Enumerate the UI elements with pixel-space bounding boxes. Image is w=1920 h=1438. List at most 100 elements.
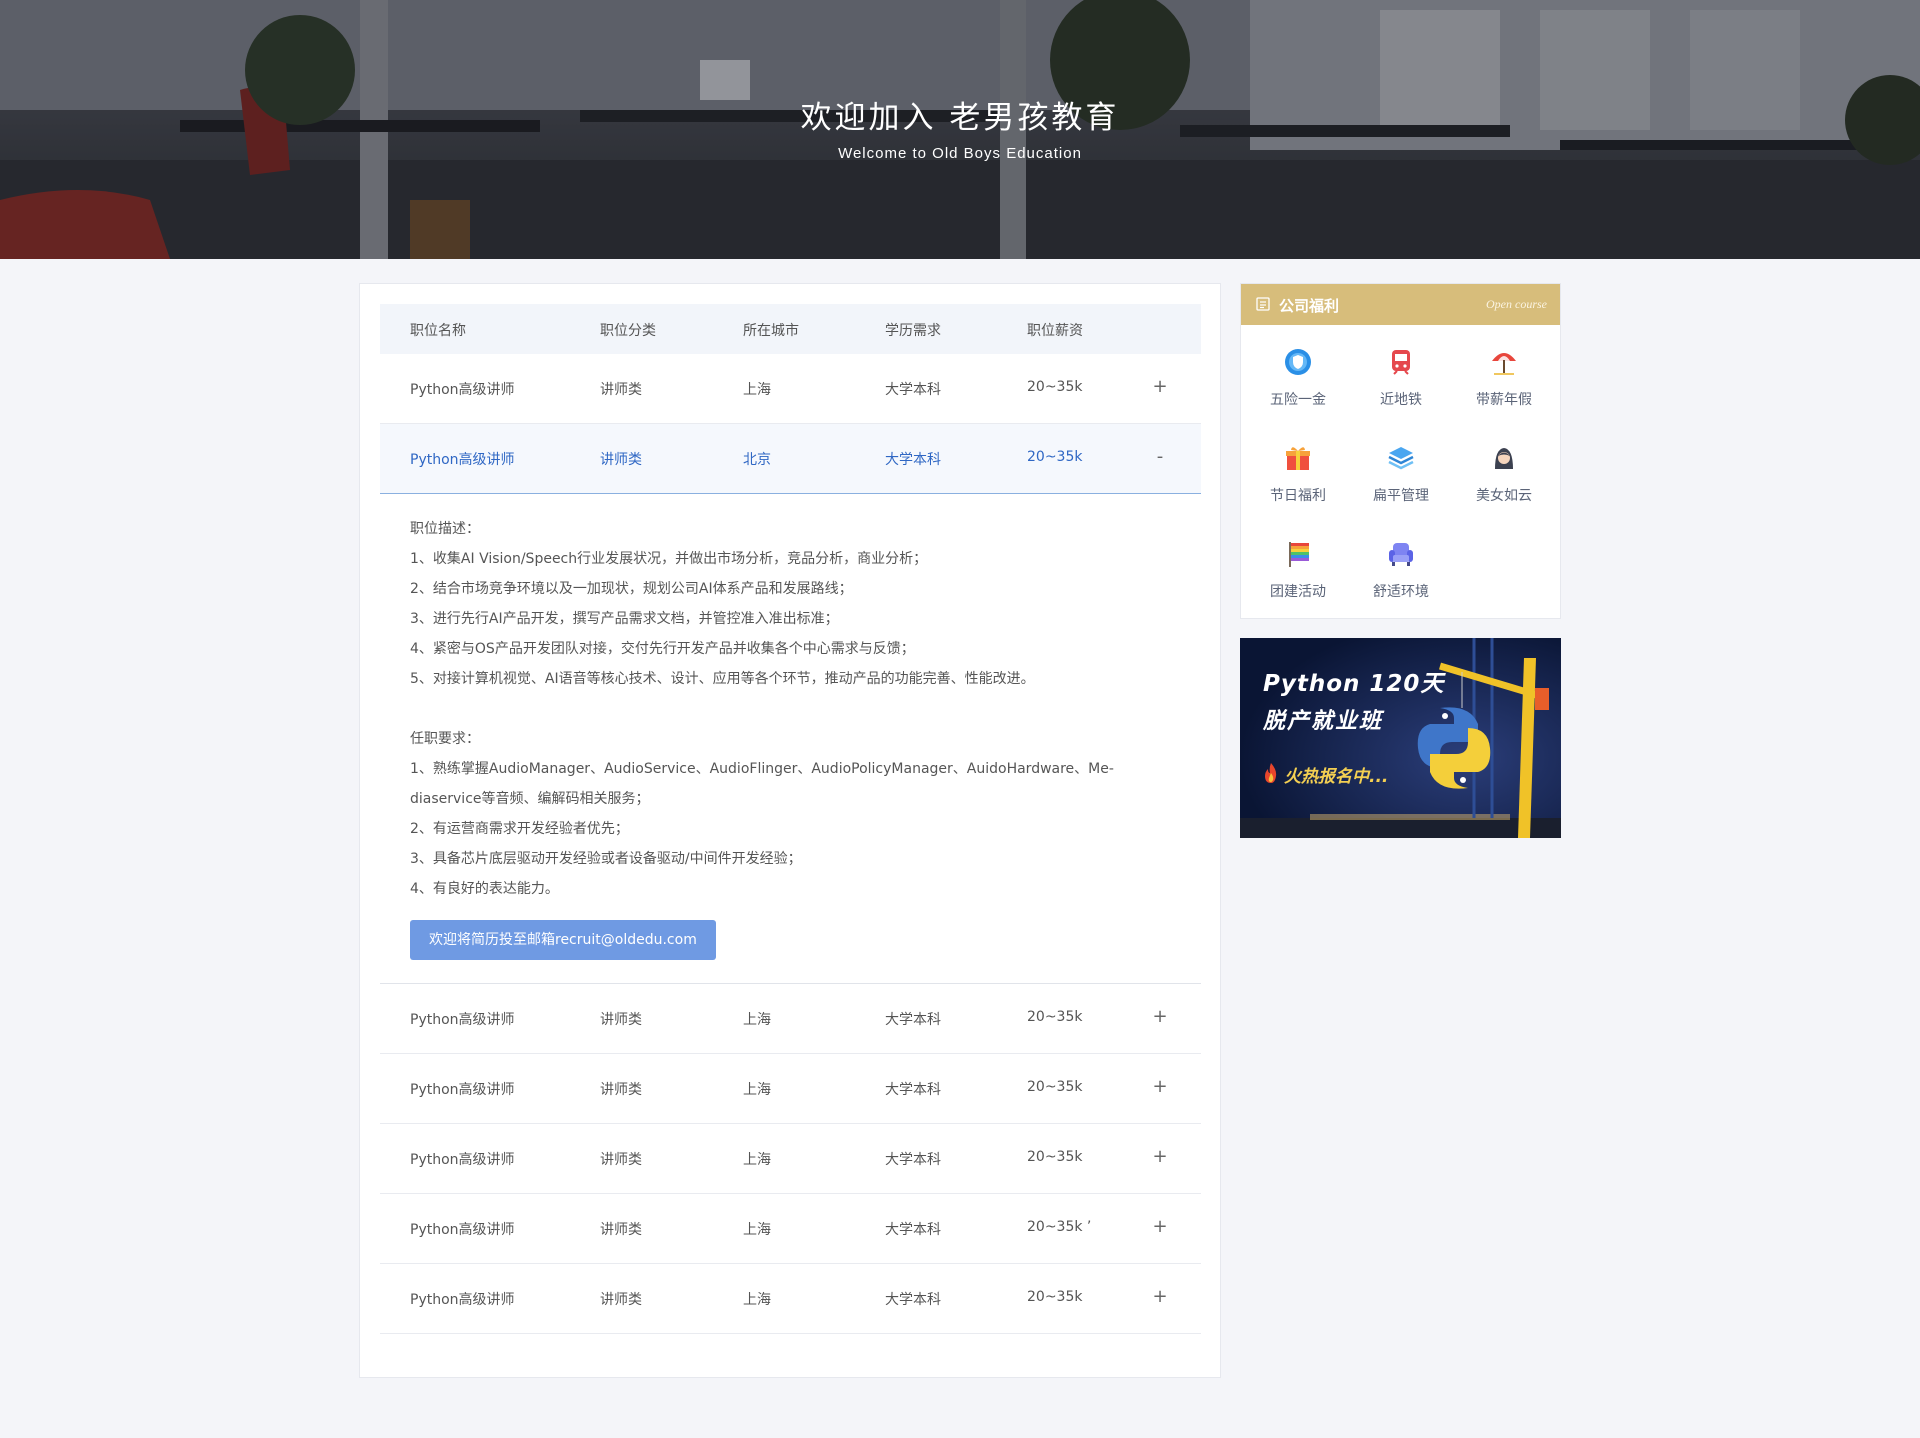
job-detail: 职位描述： 1、收集AI Vision/Speech行业发展状况，并做出市场分析…	[380, 494, 1201, 984]
benefit-grid: 五险一金 近地铁 带薪年假 节日福利 扁平管理 美女如云 团建活动 舒适环境	[1241, 325, 1560, 619]
job-row[interactable]: Python高级讲师 讲师类 上海 大学本科 20~35k +	[380, 1054, 1201, 1124]
apply-email-button[interactable]: 欢迎将简历投至邮箱recruit@oldedu.com	[410, 920, 716, 960]
job-table: 职位名称 职位分类 所在城市 学历需求 职位薪资 Python高级讲师 讲师类 …	[380, 304, 1201, 1334]
banner-subtitle: 脱产就业班	[1263, 709, 1384, 734]
banner-cta: 火热报名中...	[1284, 767, 1389, 787]
requirement-item: 1、熟练掌握AudioManager、AudioService、AudioFli…	[410, 761, 1114, 777]
job-salary: 20~35k	[1027, 1009, 1083, 1025]
benefit-flat-management: 扁平管理	[1350, 443, 1452, 505]
job-row[interactable]: Python高级讲师 讲师类 上海 大学本科 20~35k +	[380, 1264, 1201, 1334]
job-name: Python高级讲师	[410, 1222, 515, 1238]
description-item: 4、紧密与OS产品开发团队对接，交付先行开发产品并收集各个中心需求与反馈；	[410, 641, 915, 657]
expand-toggle[interactable]: +	[1150, 1006, 1170, 1027]
benefit-subway: 近地铁	[1350, 347, 1452, 409]
job-row[interactable]: Python高级讲师 讲师类 上海 大学本科 20~35k +	[380, 984, 1201, 1054]
job-city: 上海	[743, 1152, 771, 1168]
job-education: 大学本科	[885, 452, 941, 468]
benefit-label: 扁平管理	[1373, 488, 1429, 504]
description-title: 职位描述：	[410, 521, 480, 537]
description-item: 3、进行先行AI产品开发，撰写产品需求文档，并管控准入准出标准；	[410, 611, 839, 627]
job-row[interactable]: Python高级讲师 讲师类 上海 大学本科 20~35k +	[380, 354, 1201, 424]
benefit-insurance: 五险一金	[1247, 347, 1349, 409]
header-city: 所在城市	[743, 323, 799, 339]
job-name: Python高级讲师	[410, 1082, 515, 1098]
description-item: 1、收集AI Vision/Speech行业发展状况，并做出市场分析，竞品分析，…	[410, 551, 928, 567]
job-salary: 20~35k	[1027, 379, 1083, 395]
requirement-item: 2、有运营商需求开发经验者优先；	[410, 821, 629, 837]
benefit-team-building: 团建活动	[1247, 539, 1349, 601]
armchair-icon	[1389, 543, 1413, 566]
job-category: 讲师类	[600, 452, 642, 468]
description-item: 5、对接计算机视觉、AI语音等核心技术、设计、应用等各个环节，推动产品的功能完善…	[410, 671, 1035, 687]
job-row[interactable]: Python高级讲师 讲师类 上海 大学本科 20~35k +	[380, 1124, 1201, 1194]
job-name: Python高级讲师	[410, 1012, 515, 1028]
benefits-title: 公司福利	[1279, 297, 1340, 315]
hero-title: 欢迎加入 老男孩教育	[800, 100, 1120, 136]
job-name: Python高级讲师	[410, 382, 515, 398]
job-category: 讲师类	[600, 1082, 642, 1098]
requirement-item: 4、有良好的表达能力。	[410, 881, 559, 897]
fire-icon	[1265, 763, 1277, 783]
job-city: 上海	[743, 1222, 771, 1238]
job-education: 大学本科	[885, 1082, 941, 1098]
job-name: Python高级讲师	[410, 1292, 515, 1308]
job-list-panel: 职位名称 职位分类 所在城市 学历需求 职位薪资 Python高级讲师 讲师类 …	[359, 283, 1221, 1378]
job-city: 上海	[743, 382, 771, 398]
job-education: 大学本科	[885, 1292, 941, 1308]
job-salary: 20~35k	[1027, 449, 1083, 465]
expand-toggle[interactable]: +	[1150, 1076, 1170, 1097]
benefits-subtitle: Open course	[1486, 297, 1547, 311]
job-category: 讲师类	[600, 1292, 642, 1308]
requirement-item: diaservice等音频、编解码相关服务；	[410, 791, 650, 807]
benefits-panel: 公司福利 Open course 五险一金 近地铁 带薪年假 节日福利 扁平管理…	[1240, 283, 1561, 619]
benefit-label: 舒适环境	[1373, 584, 1429, 600]
job-city: 上海	[743, 1292, 771, 1308]
expand-toggle[interactable]: +	[1150, 376, 1170, 397]
layers-icon	[1388, 447, 1414, 470]
job-salary: 20~35k ’	[1027, 1219, 1092, 1235]
job-salary: 20~35k	[1027, 1079, 1083, 1095]
job-row[interactable]: Python高级讲师 讲师类 上海 大学本科 20~35k ’ +	[380, 1194, 1201, 1264]
job-education: 大学本科	[885, 1152, 941, 1168]
benefit-label: 带薪年假	[1476, 392, 1532, 408]
benefit-environment: 舒适环境	[1350, 539, 1452, 601]
header-salary: 职位薪资	[1027, 323, 1083, 339]
table-header: 职位名称 职位分类 所在城市 学历需求 职位薪资	[380, 304, 1201, 354]
job-category: 讲师类	[600, 1222, 642, 1238]
shield-icon	[1285, 349, 1311, 375]
header-position-name: 职位名称	[410, 323, 466, 339]
job-name: Python高级讲师	[410, 452, 515, 468]
job-education: 大学本科	[885, 1012, 941, 1028]
requirement-title: 任职要求：	[410, 731, 480, 747]
collapse-toggle[interactable]: -	[1150, 446, 1170, 467]
beach-umbrella-icon	[1492, 353, 1516, 375]
header-position-category: 职位分类	[600, 323, 656, 339]
expand-toggle[interactable]: +	[1150, 1286, 1170, 1307]
job-city: 上海	[743, 1012, 771, 1028]
banner-title: Python 120天	[1263, 671, 1445, 697]
gift-icon	[1286, 447, 1310, 470]
job-category: 讲师类	[600, 1152, 642, 1168]
job-row-expanded[interactable]: Python高级讲师 讲师类 北京 大学本科 20~35k -	[380, 424, 1201, 494]
python-course-banner[interactable]: Python 120天 脱产就业班 火热报名中...	[1240, 638, 1561, 838]
job-city: 上海	[743, 1082, 771, 1098]
hero-banner: 欢迎加入 老男孩教育 Welcome to Old Boys Education	[0, 0, 1920, 259]
description-item: 2、结合市场竞争环境以及一加现状，规划公司AI体系产品和发展路线；	[410, 581, 853, 597]
woman-icon	[1495, 448, 1513, 469]
benefit-label: 美女如云	[1476, 488, 1532, 504]
hero-subtitle: Welcome to Old Boys Education	[838, 145, 1082, 162]
job-category: 讲师类	[600, 382, 642, 398]
job-category: 讲师类	[600, 1012, 642, 1028]
benefit-label: 节日福利	[1270, 488, 1326, 504]
document-icon	[1256, 297, 1270, 311]
requirement-item: 3、具备芯片底层驱动开发经验或者设备驱动/中间件开发经验；	[410, 851, 802, 867]
job-city: 北京	[743, 452, 771, 468]
flag-icon	[1289, 542, 1309, 567]
benefit-team: 美女如云	[1453, 443, 1555, 505]
job-education: 大学本科	[885, 1222, 941, 1238]
benefit-label: 团建活动	[1270, 584, 1326, 600]
expand-toggle[interactable]: +	[1150, 1146, 1170, 1167]
benefit-label: 近地铁	[1380, 392, 1422, 408]
expand-toggle[interactable]: +	[1150, 1216, 1170, 1237]
benefits-header: 公司福利 Open course	[1241, 284, 1560, 325]
